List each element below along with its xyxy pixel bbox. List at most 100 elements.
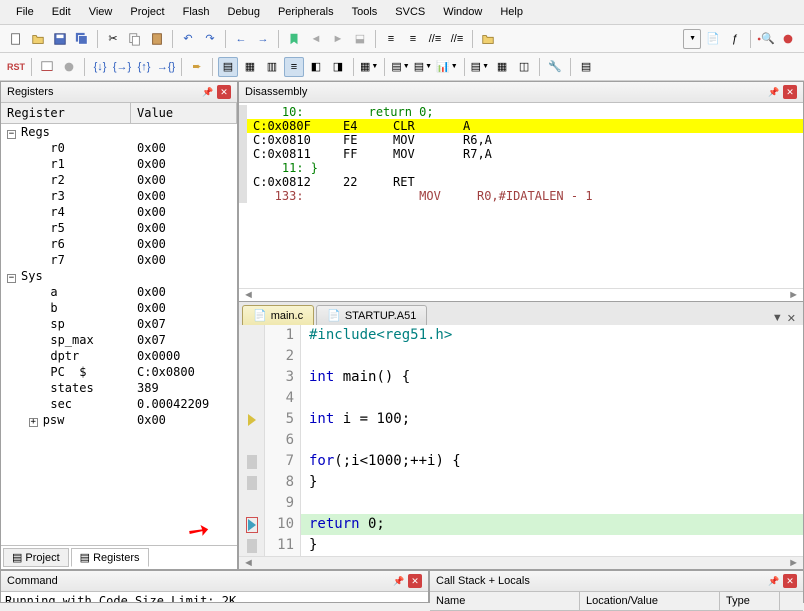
pin-icon[interactable]: 📌 [201, 85, 215, 99]
trace-window-icon[interactable]: 📊▼ [435, 57, 459, 77]
menu-view[interactable]: View [81, 4, 121, 20]
menu-peripherals[interactable]: Peripherals [270, 4, 342, 20]
reg-row[interactable]: sp0x07 [1, 316, 237, 332]
uncomment-icon[interactable]: //≡ [447, 29, 467, 49]
menu-project[interactable]: Project [122, 4, 172, 20]
reg-row[interactable]: sec0.00042209 [1, 396, 237, 412]
disassembly-content[interactable]: 10: return 0;C:0x080FE4CLRAC:0x0810FEMOV… [239, 103, 803, 288]
reg-row[interactable]: +psw0x00 [1, 412, 237, 428]
disasm-line[interactable]: C:0x081222RET [239, 175, 803, 189]
nav-back-icon[interactable]: ← [231, 29, 251, 49]
pin-icon[interactable]: 📌 [767, 85, 781, 99]
editor-line[interactable]: 8 } [239, 472, 803, 493]
scroll-left-icon[interactable]: ◄ [243, 289, 254, 301]
close-icon[interactable]: ✕ [408, 574, 422, 588]
paste-icon[interactable] [147, 29, 167, 49]
menu-tools[interactable]: Tools [344, 4, 386, 20]
function-icon[interactable]: ƒ [725, 29, 745, 49]
close-icon[interactable]: ✕ [217, 85, 231, 99]
menu-edit[interactable]: Edit [44, 4, 79, 20]
menu-svcs[interactable]: SVCS [387, 4, 433, 20]
reg-row[interactable]: r50x00 [1, 220, 237, 236]
tools-icon[interactable]: 🔧 [545, 57, 565, 77]
reg-row[interactable]: sp_max0x07 [1, 332, 237, 348]
command-output[interactable]: Running with Code Size Limit: 2K [1, 592, 428, 602]
disasm-line[interactable]: 10: return 0; [239, 105, 803, 119]
locals-col-location-value[interactable]: Location/Value [580, 592, 720, 610]
save-all-icon[interactable] [72, 29, 92, 49]
locals-col-type[interactable]: Type [720, 592, 780, 610]
tree-toggle[interactable]: + [29, 418, 38, 427]
indent-icon[interactable]: ≡ [381, 29, 401, 49]
tab-close-icon[interactable]: ✕ [787, 312, 796, 325]
editor-content[interactable]: 1#include<reg51.h>23int main() {45 int i… [239, 325, 803, 556]
editor-line[interactable]: 5 int i = 100; [239, 409, 803, 430]
tree-toggle[interactable]: − [7, 274, 16, 283]
disasm-line[interactable]: C:0x0811FFMOVR7,A [239, 147, 803, 161]
callstack-window-icon[interactable]: ◧ [306, 57, 326, 77]
reg-row[interactable]: dptr0x0000 [1, 348, 237, 364]
run-icon[interactable] [37, 57, 57, 77]
memory-window-icon[interactable]: ▦▼ [359, 57, 379, 77]
bookmark-icon[interactable] [284, 29, 304, 49]
pin-icon[interactable]: 📌 [392, 574, 406, 588]
editor-line[interactable]: 10 return 0; [239, 514, 803, 535]
reg-row[interactable]: r10x00 [1, 156, 237, 172]
step-out-icon[interactable]: {↑} [134, 57, 154, 77]
reg-row[interactable]: PC $C:0x0800 [1, 364, 237, 380]
editor-line[interactable]: 1#include<reg51.h> [239, 325, 803, 346]
step-over-icon[interactable]: {→} [112, 57, 132, 77]
disasm-line[interactable]: 11: } [239, 161, 803, 175]
bookmark-prev-icon[interactable]: ◄ [306, 29, 326, 49]
editor-line[interactable]: 6 [239, 430, 803, 451]
editor-line[interactable]: 2 [239, 346, 803, 367]
reg-header-name[interactable]: Register [1, 103, 131, 123]
locals-col-name[interactable]: Name [430, 592, 580, 610]
close-icon[interactable]: ✕ [783, 85, 797, 99]
bookmark-clear-icon[interactable]: ⬓ [350, 29, 370, 49]
bookmark-next-icon[interactable]: ► [328, 29, 348, 49]
menu-file[interactable]: File [8, 4, 42, 20]
serial-window-icon[interactable]: ▤▼ [390, 57, 410, 77]
debug-settings-icon[interactable]: ▤ [576, 57, 596, 77]
reg-row[interactable]: r00x00 [1, 140, 237, 156]
debug-icon[interactable]: 🔍 [756, 29, 776, 49]
pin-icon[interactable]: 📌 [767, 574, 781, 588]
scroll-right-icon[interactable]: ► [788, 289, 799, 301]
nav-fwd-icon[interactable]: → [253, 29, 273, 49]
tab-project[interactable]: ▤Project [3, 548, 69, 567]
disasm-window-icon[interactable]: ▦ [240, 57, 260, 77]
step-into-icon[interactable]: {↓} [90, 57, 110, 77]
comment-icon[interactable]: //≡ [425, 29, 445, 49]
redo-icon[interactable]: ↷ [200, 29, 220, 49]
disasm-line[interactable]: C:0x080FE4CLRA [239, 119, 803, 133]
disasm-line[interactable]: 133: MOV R0,#IDATALEN - 1 [239, 189, 803, 203]
editor-line[interactable]: 11} [239, 535, 803, 556]
outdent-icon[interactable]: ≡ [403, 29, 423, 49]
show-next-icon[interactable]: ➨ [187, 57, 207, 77]
registers-window-icon[interactable]: ≡ [284, 57, 304, 77]
reg-row[interactable]: r20x00 [1, 172, 237, 188]
editor-line[interactable]: 3int main() { [239, 367, 803, 388]
reset-icon[interactable]: RST [6, 57, 26, 77]
save-icon[interactable] [50, 29, 70, 49]
reg-row[interactable]: r60x00 [1, 236, 237, 252]
symbols-window-icon[interactable]: ▥ [262, 57, 282, 77]
command-window-icon[interactable]: ▤ [218, 57, 238, 77]
menu-debug[interactable]: Debug [220, 4, 268, 20]
reg-row[interactable]: states389 [1, 380, 237, 396]
tab-menu-icon[interactable]: ▼ [772, 312, 783, 325]
editor-line[interactable]: 4 [239, 388, 803, 409]
run-to-line-icon[interactable]: →{} [156, 57, 176, 77]
menu-window[interactable]: Window [435, 4, 490, 20]
cut-icon[interactable]: ✂ [103, 29, 123, 49]
scroll-right-icon[interactable]: ► [788, 557, 799, 569]
editor-line[interactable]: 7 for(;i<1000;++i) { [239, 451, 803, 472]
editor-tab-main-c[interactable]: 📄main.c [242, 305, 314, 325]
watch-window-icon[interactable]: ◨ [328, 57, 348, 77]
disasm-line[interactable]: C:0x0810FEMOVR6,A [239, 133, 803, 147]
reg-row[interactable]: a0x00 [1, 284, 237, 300]
tab-registers[interactable]: ▤Registers [71, 548, 149, 567]
breakpoint-icon[interactable] [778, 29, 798, 49]
stop-icon[interactable] [59, 57, 79, 77]
